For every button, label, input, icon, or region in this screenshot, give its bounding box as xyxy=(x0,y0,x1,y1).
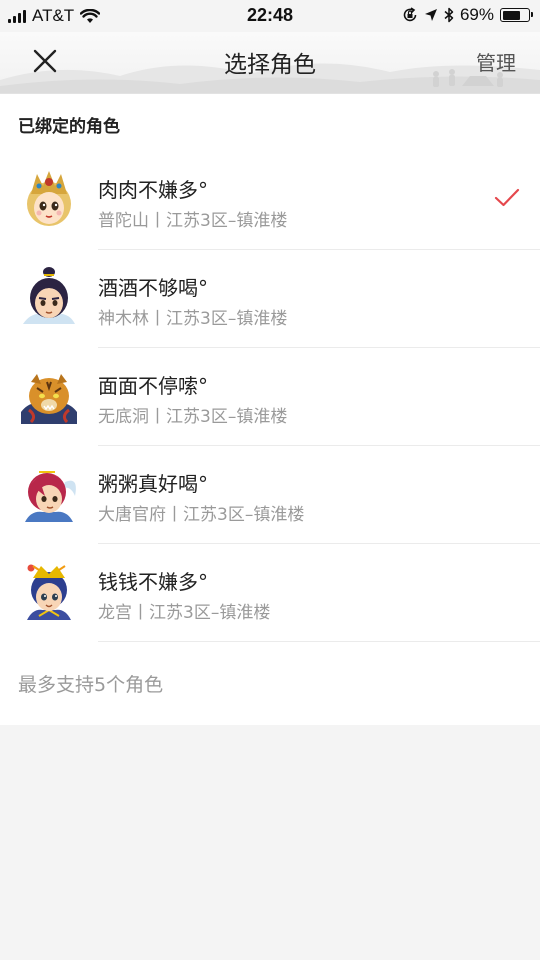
role-item[interactable]: 面面不停嗦° 无底洞丨江苏3区–镇淮楼 xyxy=(0,348,540,446)
role-panel: 已绑定的角色 肉肉不嫌多° 普陀山丨江苏3区–镇淮楼 酒酒不够喝° 神木林丨江苏… xyxy=(0,94,540,725)
role-name: 肉肉不嫌多° xyxy=(98,178,208,202)
role-name: 面面不停嗦° xyxy=(98,374,208,398)
battery-level xyxy=(502,10,520,20)
avatar-wudidong-tiger xyxy=(21,374,77,424)
close-icon[interactable] xyxy=(28,44,62,78)
avatar-datang-swordsman xyxy=(25,471,76,522)
role-detail: 普陀山丨江苏3区–镇淮楼 xyxy=(98,211,288,231)
bluetooth-icon xyxy=(444,7,454,23)
status-right: 69% xyxy=(402,5,533,25)
role-detail: 神木林丨江苏3区–镇淮楼 xyxy=(98,309,288,329)
role-name: 钱钱不嫌多° xyxy=(98,570,208,594)
role-name: 粥粥真好喝° xyxy=(98,472,208,496)
role-item[interactable]: 钱钱不嫌多° 龙宫丨江苏3区–镇淮楼 xyxy=(0,544,540,642)
section-title: 已绑定的角色 xyxy=(18,117,120,137)
role-item[interactable]: 粥粥真好喝° 大唐官府丨江苏3区–镇淮楼 xyxy=(0,446,540,544)
check-icon xyxy=(494,188,520,207)
battery-icon xyxy=(500,8,533,22)
avatar-putuo-girl xyxy=(27,171,71,226)
battery-percent: 69% xyxy=(459,5,494,24)
role-limit-note: 最多支持5个角色 xyxy=(18,674,164,696)
role-list: 肉肉不嫌多° 普陀山丨江苏3区–镇淮楼 酒酒不够喝° 神木林丨江苏3区–镇淮楼 … xyxy=(0,152,540,642)
avatar-longgong-boy xyxy=(27,564,71,620)
role-name: 酒酒不够喝° xyxy=(98,276,208,300)
role-detail: 无底洞丨江苏3区–镇淮楼 xyxy=(98,407,288,427)
divider xyxy=(98,641,540,642)
role-item[interactable]: 酒酒不够喝° 神木林丨江苏3区–镇淮楼 xyxy=(0,250,540,348)
manage-button[interactable]: 管理 xyxy=(476,47,516,76)
role-item[interactable]: 肉肉不嫌多° 普陀山丨江苏3区–镇淮楼 xyxy=(0,152,540,250)
role-detail: 大唐官府丨江苏3区–镇淮楼 xyxy=(98,505,305,525)
orientation-lock-icon xyxy=(403,7,417,22)
location-icon xyxy=(424,9,437,21)
nav-bar: 选择角色 管理 xyxy=(0,32,540,94)
avatar-shenmu-warrior xyxy=(23,267,75,324)
status-bar: AT&T 22:48 69% xyxy=(0,0,540,32)
role-detail: 龙宫丨江苏3区–镇淮楼 xyxy=(98,603,271,623)
ink-mountain-decoration xyxy=(0,63,540,93)
